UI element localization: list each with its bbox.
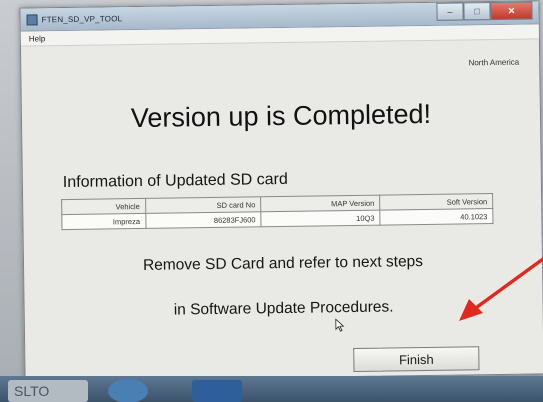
window-controls: – □ ✕ — [436, 1, 533, 21]
taskbar: SLTO — [0, 376, 543, 402]
page-title: Version up is Completed! — [130, 98, 432, 134]
taskbar-item-slto[interactable]: SLTO — [8, 380, 88, 402]
finish-button[interactable]: Finish — [353, 346, 480, 373]
taskbar-app-icon[interactable] — [192, 380, 242, 402]
red-arrow-annotation-icon — [459, 257, 543, 321]
mouse-cursor-icon — [335, 318, 345, 332]
region-label: North America — [468, 57, 520, 68]
maximize-button[interactable]: □ — [463, 2, 491, 21]
column-header-soft-version: Soft Version — [379, 193, 493, 211]
app-icon — [26, 13, 38, 26]
column-header-vehicle: Vehicle — [61, 198, 146, 215]
dialog-content: North America Version up is Completed! I… — [21, 39, 543, 380]
taskbar-gear-icon[interactable] — [108, 379, 148, 402]
column-header-map-version: MAP Version — [260, 195, 380, 212]
cell-map-version: 10Q3 — [260, 210, 381, 227]
window-title: FTEN_SD_VP_TOOL — [41, 13, 123, 24]
cell-sd-card-no: 86283FJ600 — [145, 211, 262, 229]
cell-soft-version: 40.1023 — [379, 208, 493, 226]
cell-vehicle: Impreza — [61, 213, 146, 230]
minimize-button[interactable]: – — [436, 2, 464, 21]
column-header-sd-card-no: SD card No — [145, 196, 261, 214]
info-section-label: Information of Updated SD card — [62, 170, 288, 192]
sd-card-info-table: Vehicle SD card No MAP Version Soft Vers… — [61, 193, 493, 230]
close-button[interactable]: ✕ — [490, 1, 533, 21]
menu-help[interactable]: Help — [29, 34, 46, 43]
